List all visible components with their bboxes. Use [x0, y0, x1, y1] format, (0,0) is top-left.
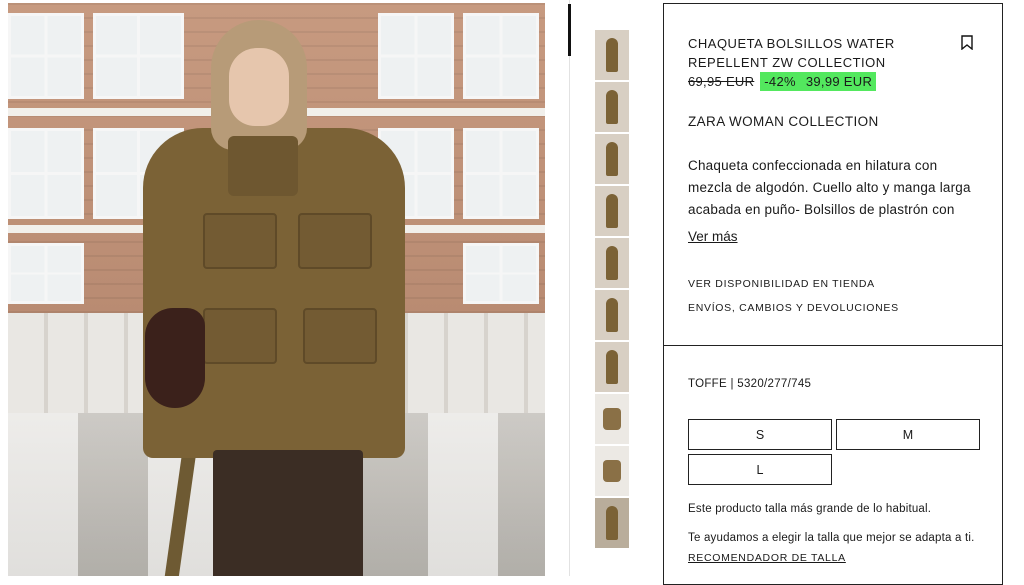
- thumbnail-6[interactable]: [595, 290, 629, 340]
- window: [8, 243, 84, 304]
- shipping-returns-link[interactable]: ENVÍOS, CAMBIOS Y DEVOLUCIONES: [688, 302, 899, 314]
- discount-badge: -42%: [760, 72, 800, 91]
- jacket-collar: [228, 136, 298, 196]
- size-button-l[interactable]: L: [688, 454, 832, 485]
- jacket-pocket: [303, 308, 377, 364]
- size-help-note: Te ayudamos a elegir la talla que mejor …: [688, 532, 975, 544]
- thumbnail-9[interactable]: [595, 446, 629, 496]
- main-product-image[interactable]: [8, 3, 545, 576]
- jacket-belt: [163, 447, 197, 576]
- old-price: 69,95 EUR: [688, 74, 755, 89]
- window: [8, 13, 84, 99]
- thumbnail-3[interactable]: [595, 134, 629, 184]
- product-description: Chaqueta confeccionada en hilatura con m…: [688, 158, 971, 217]
- product-info-panel: CHAQUETA BOLSILLOS WATER REPELLENT ZW CO…: [663, 3, 1003, 345]
- window: [463, 13, 539, 99]
- size-button-m[interactable]: M: [836, 419, 980, 450]
- thumbnail-1[interactable]: [595, 30, 629, 80]
- jacket-pocket: [298, 213, 372, 269]
- size-button-s[interactable]: S: [688, 419, 832, 450]
- column-divider: [569, 0, 570, 576]
- color-reference: TOFFE | 5320/277/745: [688, 378, 812, 390]
- trousers: [213, 450, 363, 576]
- size-selection-panel: TOFFE | 5320/277/745 S M L Este producto…: [663, 345, 1003, 585]
- thumbnail-8[interactable]: [595, 394, 629, 444]
- bookmark-icon[interactable]: [961, 35, 973, 50]
- thumbnail-5[interactable]: [595, 238, 629, 288]
- sale-price: 39,99 EUR: [799, 72, 877, 91]
- model-figure: [133, 18, 413, 576]
- face: [229, 48, 289, 126]
- product-title: CHAQUETA BOLSILLOS WATER REPELLENT ZW CO…: [688, 36, 895, 70]
- collection-name: ZARA WOMAN COLLECTION: [688, 114, 879, 129]
- image-scroll-indicator[interactable]: [568, 4, 571, 56]
- see-more-link[interactable]: Ver más: [688, 229, 738, 244]
- store-availability-link[interactable]: VER DISPONIBILIDAD EN TIENDA: [688, 278, 875, 290]
- thumbnail-10[interactable]: [595, 498, 629, 548]
- window: [463, 243, 539, 304]
- thumbnail-7[interactable]: [595, 342, 629, 392]
- price-row: 69,95 EUR -42% 39,99 EUR: [688, 72, 877, 91]
- jacket-pocket: [203, 213, 277, 269]
- window: [463, 128, 539, 219]
- window: [8, 128, 84, 219]
- handbag: [145, 308, 205, 408]
- fit-note: Este producto talla más grande de lo hab…: [688, 503, 932, 515]
- size-recommender-link[interactable]: RECOMENDADOR DE TALLA: [688, 552, 846, 564]
- thumbnail-strip: [595, 30, 629, 550]
- thumbnail-4[interactable]: [595, 186, 629, 236]
- thumbnail-2[interactable]: [595, 82, 629, 132]
- jacket-pocket: [203, 308, 277, 364]
